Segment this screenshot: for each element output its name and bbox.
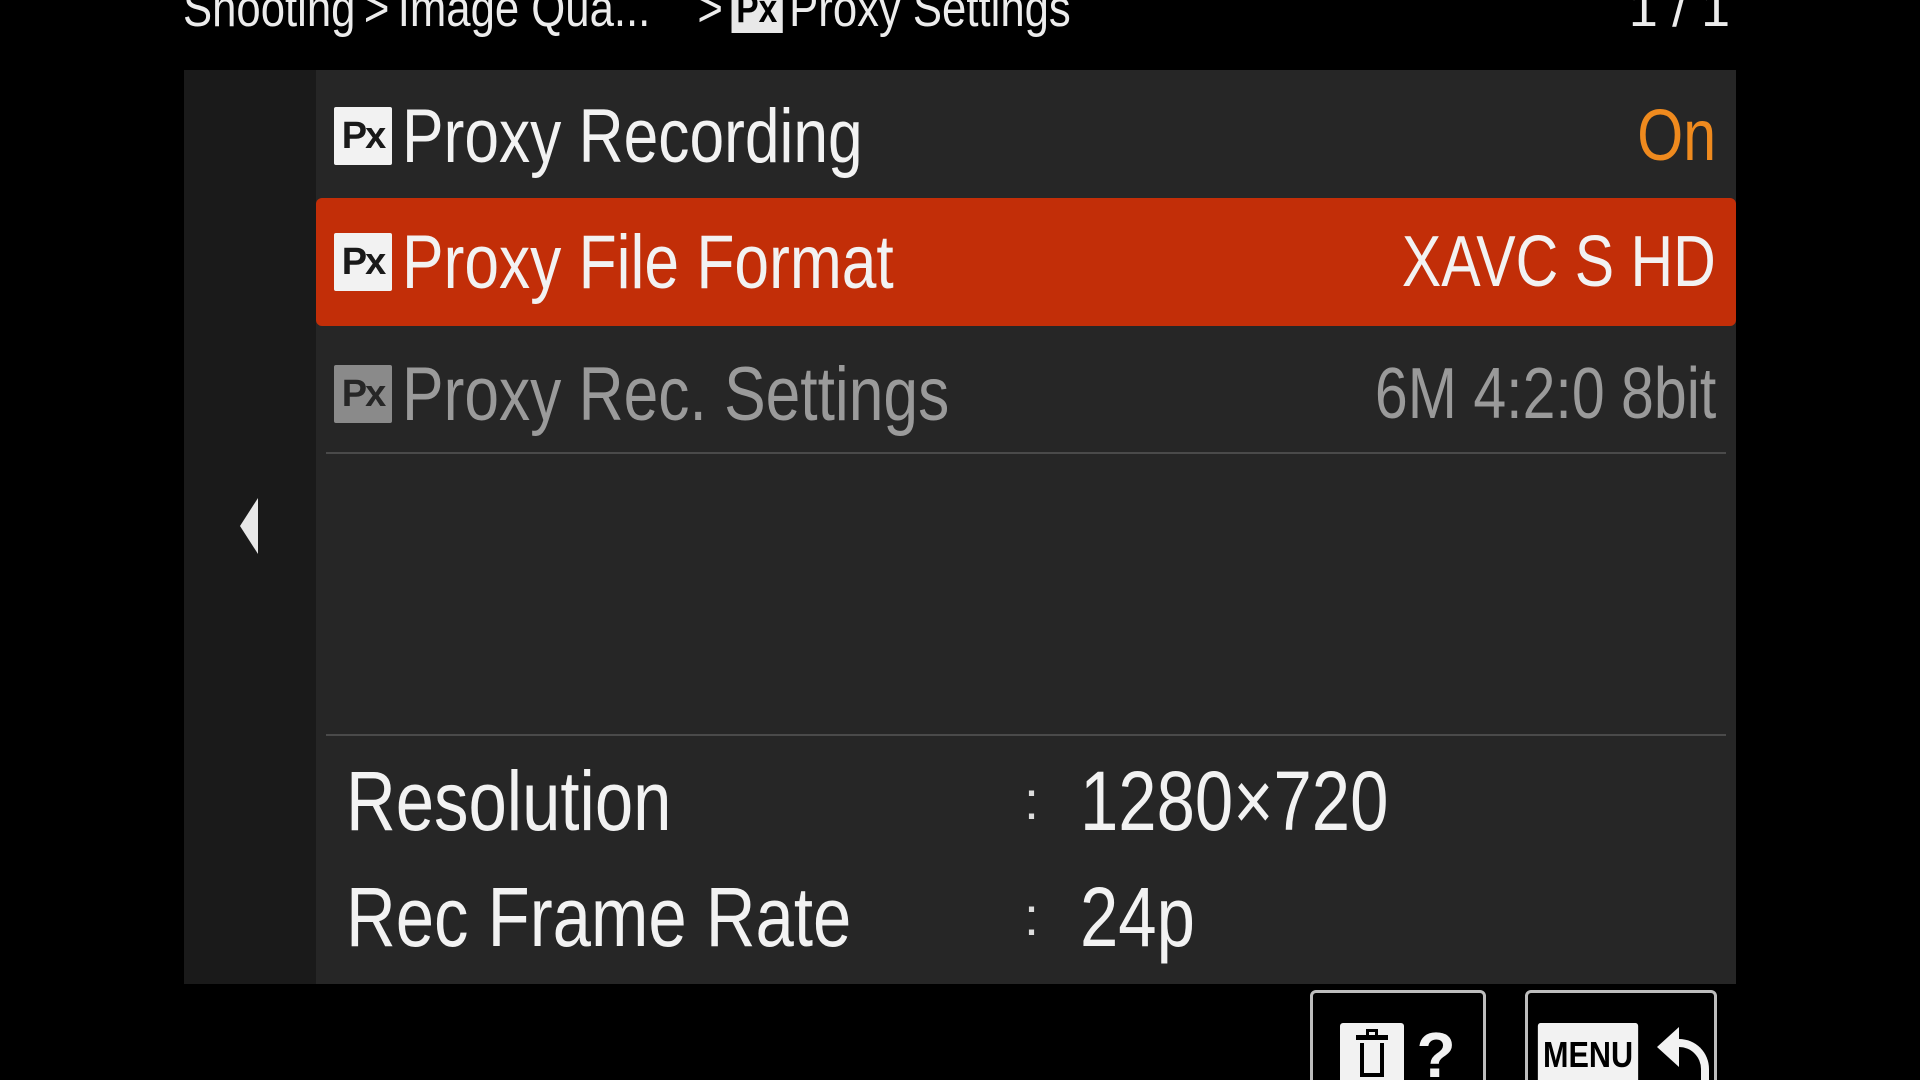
left-rail — [184, 70, 316, 984]
proxy-badge-icon: Px — [731, 0, 783, 33]
menu-back-button[interactable]: MENU — [1525, 990, 1717, 1080]
menu-item-value: XAVC S HD — [1402, 222, 1716, 302]
menu-item-value: 6M 4:2:0 8bit — [1374, 354, 1716, 434]
menu-item-value: On — [1637, 96, 1716, 176]
info-value: 24p — [1080, 869, 1195, 964]
proxy-badge-icon: Px — [334, 233, 392, 291]
delete-help-button[interactable]: ? — [1310, 990, 1486, 1080]
proxy-badge-icon: Px — [334, 107, 392, 165]
info-label: Resolution — [346, 753, 672, 848]
breadcrumb-separator: > — [697, 0, 723, 38]
info-separator: : — [1024, 771, 1040, 831]
menu-item-proxy-file-format[interactable]: Px Proxy File Format XAVC S HD — [316, 198, 1736, 326]
breadcrumb: Shooting > Image Qua... > Px Proxy Setti… — [183, 0, 1481, 44]
breadcrumb-proxy-settings: Proxy Settings — [789, 0, 1071, 38]
trash-icon — [1340, 1023, 1405, 1080]
info-row-rec-frame-rate: Rec Frame Rate : 24p — [316, 862, 1736, 972]
menu-item-label: Proxy Rec. Settings — [402, 351, 950, 437]
breadcrumb-image-quality[interactable]: Image Qua... — [398, 0, 651, 39]
return-icon — [1657, 1023, 1713, 1080]
breadcrumb-shooting[interactable]: Shooting — [183, 0, 355, 39]
menu-content: Px Proxy Recording On Px Proxy File Form… — [316, 70, 1736, 984]
page-indicator: 1 / 1 — [1628, 0, 1730, 38]
menu-item-proxy-recording[interactable]: Px Proxy Recording On — [316, 72, 1736, 200]
menu-item-label: Proxy File Format — [402, 219, 894, 305]
breadcrumb-separator: > — [363, 0, 390, 38]
proxy-badge-icon: Px — [334, 365, 392, 423]
info-separator: : — [1024, 887, 1040, 947]
menu-panel: Px Proxy Recording On Px Proxy File Form… — [184, 70, 1736, 984]
camera-menu-screen: Shooting > Image Qua... > Px Proxy Setti… — [0, 0, 1920, 1080]
info-row-resolution: Resolution : 1280×720 — [316, 746, 1736, 856]
info-label: Rec Frame Rate — [346, 869, 852, 964]
info-value: 1280×720 — [1080, 753, 1389, 848]
back-arrow-icon[interactable] — [240, 498, 258, 554]
menu-item-label: Proxy Recording — [402, 93, 863, 179]
divider — [326, 734, 1726, 736]
help-icon: ? — [1416, 1019, 1456, 1080]
divider — [326, 452, 1726, 454]
menu-item-proxy-rec-settings[interactable]: Px Proxy Rec. Settings 6M 4:2:0 8bit — [316, 330, 1736, 458]
menu-badge: MENU — [1537, 1023, 1639, 1080]
